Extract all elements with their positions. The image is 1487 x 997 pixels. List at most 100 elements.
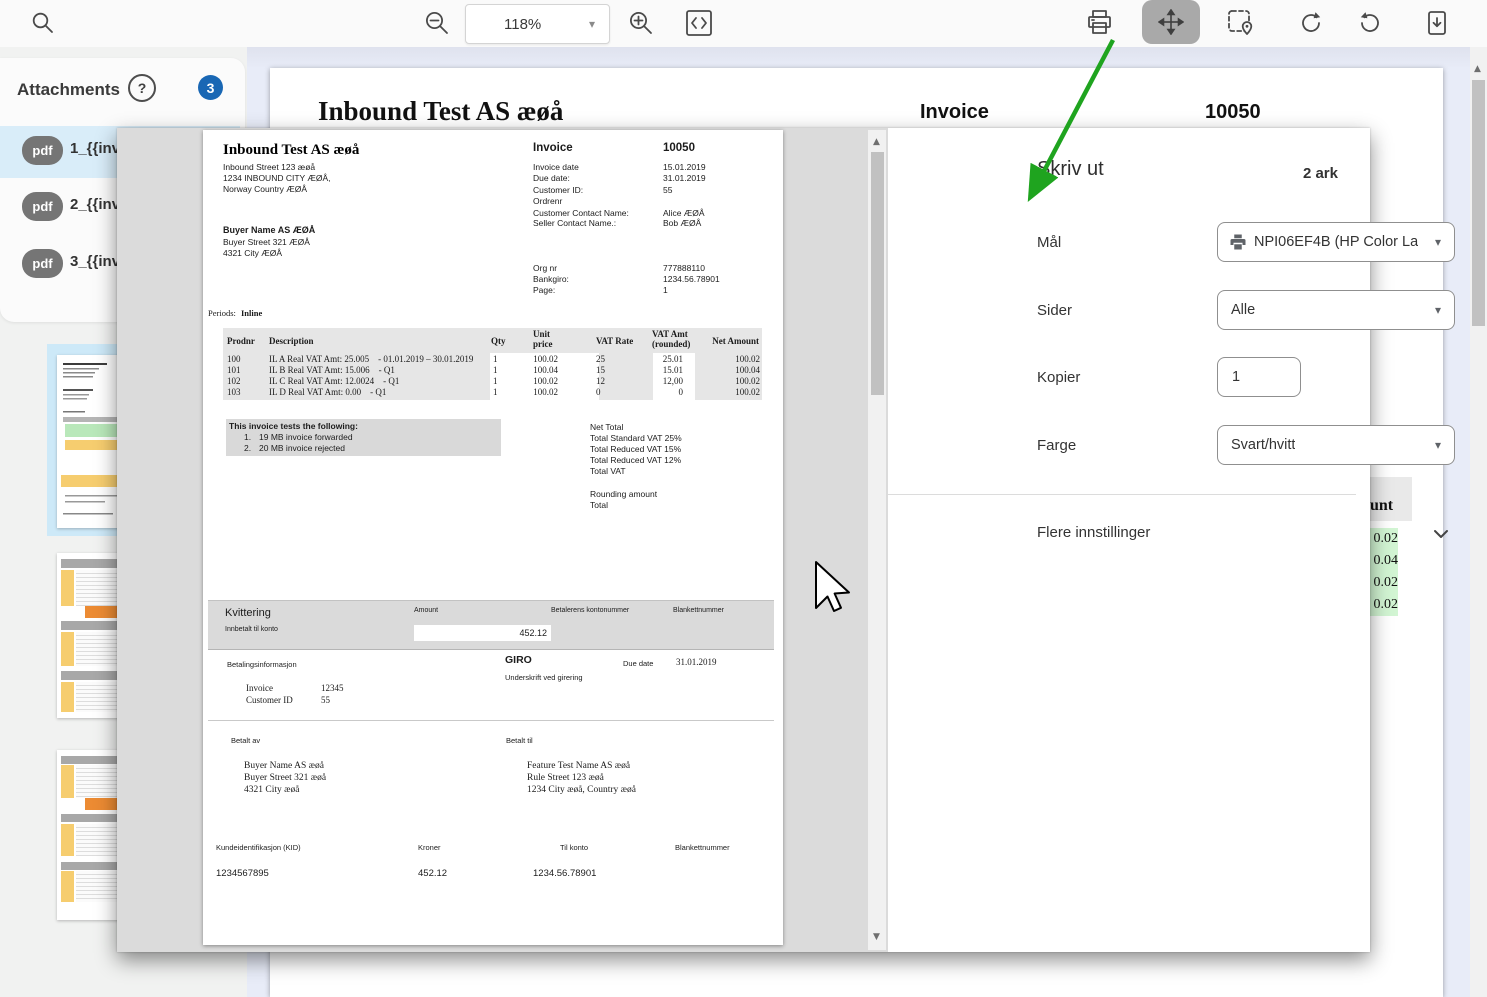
- supplier-name: Inbound Test AS æøå: [223, 142, 359, 159]
- giro-customer-value: 55: [321, 695, 330, 705]
- periods-value: Inline: [241, 308, 262, 318]
- main-scrollbar-thumb[interactable]: [1472, 80, 1485, 326]
- kroner-label: Kroner: [418, 843, 441, 852]
- help-icon[interactable]: ?: [128, 74, 156, 102]
- pages-value: Alle: [1231, 302, 1255, 318]
- attachment-label: 2_{{inv: [70, 196, 120, 213]
- copies-label: Kopier: [1037, 369, 1080, 386]
- print-icon[interactable]: [1080, 4, 1118, 42]
- pdf-badge: pdf: [22, 249, 63, 278]
- pages-label: Sider: [1037, 302, 1072, 319]
- print-preview-area: Inbound Test AS æøå Inbound Street 123 æ…: [117, 128, 888, 952]
- print-preview-page: Inbound Test AS æøå Inbound Street 123 æ…: [203, 130, 783, 945]
- save-document-icon[interactable]: [1418, 4, 1456, 42]
- top-toolbar: 118% ▾: [0, 0, 1487, 47]
- kroner-value: 452.12: [418, 868, 447, 879]
- preview-scrollbar-thumb[interactable]: [871, 152, 884, 395]
- chevron-down-icon[interactable]: [1433, 526, 1449, 544]
- total-label: Total Standard VAT 25%: [590, 433, 682, 443]
- divider: [208, 720, 774, 721]
- total-label: Total: [590, 500, 608, 510]
- zoom-level-select[interactable]: 118% ▾: [465, 4, 610, 44]
- paid-by-line: Buyer Street 321 æøå: [244, 772, 326, 784]
- scroll-up-icon[interactable]: ▲: [1474, 65, 1481, 74]
- zoom-in-icon[interactable]: [622, 4, 660, 42]
- supplier-address: 1234 INBOUND CITY ÆØÅ,: [223, 173, 331, 184]
- paid-to-line: 1234 City æøå, Country æøå: [527, 784, 636, 796]
- color-select[interactable]: Svart/hvitt ▾: [1217, 425, 1455, 465]
- printer-icon: [1229, 233, 1247, 251]
- total-label: Total VAT: [590, 466, 626, 476]
- kid-value: 1234567895: [216, 868, 269, 879]
- color-value: Svart/hvitt: [1231, 437, 1295, 453]
- print-dialog: Inbound Test AS æøå Inbound Street 123 æ…: [117, 128, 1370, 952]
- payer-account-label: Betalerens kontonummer: [551, 607, 629, 614]
- destination-select[interactable]: NPI06EF4B (HP Color La ▾: [1217, 222, 1455, 262]
- tests-item-text: 19 MB invoice forwarded: [259, 432, 353, 442]
- line-header: VAT Rate: [596, 336, 633, 346]
- zoom-out-icon[interactable]: [418, 4, 456, 42]
- tests-item-number: 1.: [244, 432, 251, 442]
- more-settings-toggle[interactable]: Flere innstillinger: [1037, 524, 1150, 541]
- scroll-down-icon[interactable]: ▼: [873, 933, 880, 942]
- account-label: Til konto: [560, 843, 588, 852]
- attachment-label: 3_{{inv: [70, 253, 120, 270]
- move-icon: [1158, 9, 1184, 35]
- meta-label: Due date:: [533, 173, 570, 183]
- attachment-label: 1_{{inv: [70, 140, 120, 157]
- rotate-clockwise-icon[interactable]: [1292, 4, 1330, 42]
- form-number-label: Blankettnummer: [673, 607, 724, 614]
- form-number-label: Blankettnummer: [675, 843, 730, 852]
- caret-down-icon: ▾: [1435, 438, 1441, 452]
- tests-title: This invoice tests the following:: [229, 421, 358, 431]
- due-date-value: 31.01.2019: [676, 657, 717, 667]
- document-title: Inbound Test AS æøå: [318, 96, 563, 127]
- giro-invoice-value: 12345: [321, 683, 344, 693]
- preview-scrollbar[interactable]: ▲ ▼: [868, 130, 886, 950]
- rotate-counterclockwise-icon[interactable]: [1351, 4, 1389, 42]
- amount-value-box: 452.12: [414, 625, 551, 641]
- net-amount-cell: 0.02: [1370, 528, 1398, 550]
- meta-value: 55: [663, 185, 672, 195]
- attachments-title: Attachments: [17, 80, 120, 100]
- meta-label: Seller Contact Name.:: [533, 218, 616, 228]
- search-icon[interactable]: [24, 4, 62, 42]
- meta-label: Invoice date: [533, 162, 579, 172]
- meta-value: 31.01.2019: [663, 173, 706, 183]
- fit-width-icon[interactable]: [680, 4, 718, 42]
- meta-label: Customer Contact Name:: [533, 208, 629, 218]
- copies-input[interactable]: [1217, 357, 1301, 397]
- meta-value: Alice ÆØÅ: [663, 208, 705, 218]
- meta-value: Bob ÆØÅ: [663, 218, 701, 228]
- invoice-line-row: 103IL D Real VAT Amt: 0.00 - Q11100.0200…: [203, 387, 783, 398]
- buyer-address: Buyer Street 321 ÆØÅ: [223, 237, 310, 248]
- scroll-up-icon[interactable]: ▲: [873, 138, 880, 147]
- account-value: 1234.56.78901: [533, 868, 596, 879]
- destination-value: NPI06EF4B (HP Color La: [1254, 234, 1418, 250]
- org-label: Org nr: [533, 263, 557, 273]
- net-amount-cell: 0.02: [1370, 572, 1398, 594]
- receipt-title: Kvittering: [225, 607, 271, 619]
- main-scrollbar[interactable]: ▲: [1470, 47, 1487, 997]
- giro-title: GIRO: [505, 654, 532, 666]
- paid-by-label: Betalt av: [231, 736, 260, 745]
- pages-select[interactable]: Alle ▾: [1217, 290, 1455, 330]
- org-label: Page:: [533, 285, 555, 295]
- line-header: Net Amount: [703, 336, 759, 346]
- org-value: 1: [663, 285, 668, 295]
- caret-down-icon: ▾: [1435, 303, 1441, 317]
- line-header: Description: [269, 336, 314, 346]
- select-region-icon[interactable]: [1222, 4, 1260, 42]
- net-amount-header-fragment: unt: [1370, 477, 1412, 521]
- invoice-line-row: 100IL A Real VAT Amt: 25.005 - 01.01.201…: [203, 354, 783, 365]
- divider: [888, 494, 1356, 495]
- net-amount-cell: 0.02: [1370, 594, 1398, 616]
- move-tool-button[interactable]: [1142, 0, 1200, 44]
- tests-item-number: 2.: [244, 443, 251, 453]
- payment-info-label: Betalingsinformasjon: [227, 660, 297, 669]
- caret-down-icon: ▾: [1435, 235, 1441, 249]
- tests-item-text: 20 MB invoice rejected: [259, 443, 345, 453]
- org-value: 1234.56.78901: [663, 274, 720, 284]
- attachments-count-badge: 3: [198, 75, 223, 100]
- signature-label: Underskrift ved girering: [505, 673, 583, 682]
